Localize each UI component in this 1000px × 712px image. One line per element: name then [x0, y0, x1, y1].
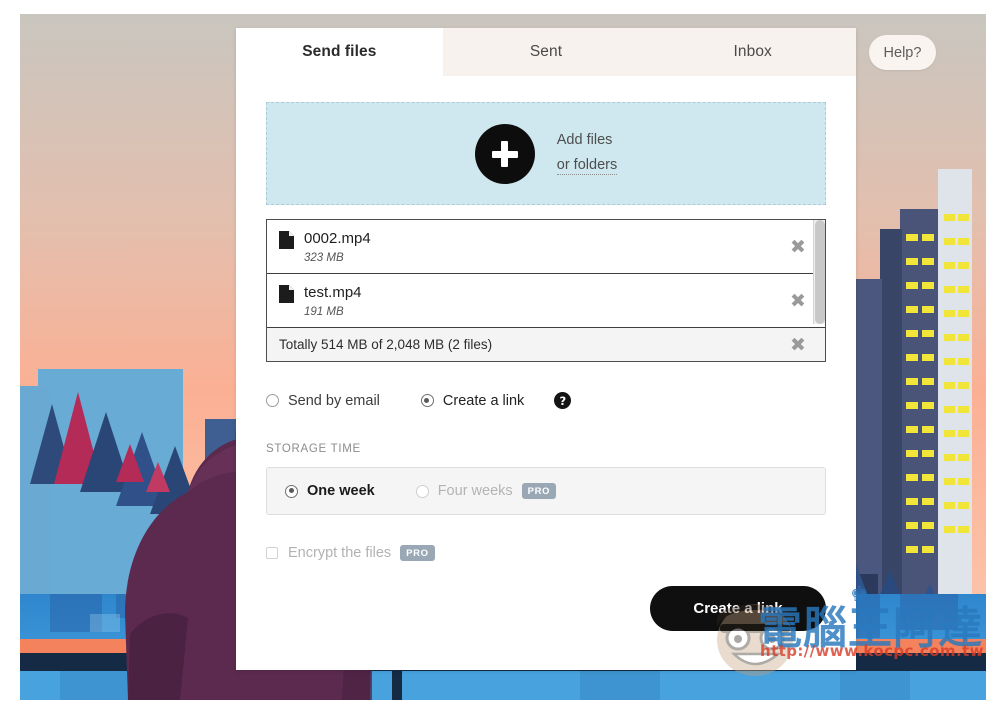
file-list-total-row: Totally 514 MB of 2,048 MB (2 files) ✖ — [267, 327, 825, 361]
question-mark-icon[interactable]: ? — [554, 392, 572, 409]
tab-send-files-label: Send files — [302, 43, 377, 60]
remove-file-button[interactable]: ✖ — [789, 291, 807, 310]
radio-create-a-link-label: Create a link — [442, 392, 525, 409]
create-a-link-button[interactable]: Create a link — [650, 586, 826, 631]
remove-all-files-button[interactable]: ✖ — [789, 335, 807, 354]
file-name: 0002.mp4 — [304, 230, 371, 247]
storage-time-options: One week Four weeks PRO — [266, 467, 826, 515]
file-list-total-label: Totally 514 MB of 2,048 MB (2 files) — [279, 337, 493, 352]
file-icon — [279, 231, 294, 249]
plus-circle-icon — [474, 123, 535, 184]
radio-icon-unchecked — [266, 394, 279, 407]
file-meta: test.mp4 191 MB — [304, 283, 362, 319]
tab-inbox[interactable]: Inbox — [649, 28, 857, 76]
remove-file-button[interactable]: ✖ — [789, 237, 807, 256]
screenshot-root: Send files Sent Inbox Help? Add files or… — [0, 0, 1000, 712]
file-list-item[interactable]: 0002.mp4 323 MB ✖ — [267, 220, 825, 273]
radio-icon-checked — [285, 484, 298, 498]
file-list-scrollbar[interactable] — [813, 220, 825, 324]
send-mode-options: Send by email Create a link ? — [266, 392, 826, 409]
dialog-body: Add files or folders 0002.mp4 323 MB ✖ t… — [236, 76, 856, 561]
file-list-scrollbar-thumb[interactable] — [815, 220, 825, 324]
send-files-dialog: Send files Sent Inbox Help? Add files or… — [236, 28, 936, 670]
help-button-label: Help? — [883, 44, 922, 61]
radio-icon-checked — [420, 394, 434, 407]
add-files-label: Add files — [556, 132, 613, 148]
encrypt-files-label: Encrypt the files — [288, 545, 392, 561]
tab-send-files[interactable]: Send files — [236, 28, 443, 76]
tab-sent[interactable]: Sent — [442, 28, 650, 76]
or-folders-link[interactable]: or folders — [556, 157, 618, 175]
help-button[interactable]: Help? — [869, 35, 936, 70]
radio-send-by-email[interactable]: Send by email — [266, 393, 380, 409]
tab-sent-label: Sent — [529, 43, 563, 60]
pro-badge: PRO — [521, 483, 557, 499]
file-size: 191 MB — [304, 306, 344, 318]
radio-one-week[interactable]: One week — [285, 483, 375, 499]
file-icon — [279, 285, 294, 303]
file-list-item[interactable]: test.mp4 191 MB ✖ — [267, 273, 825, 327]
pro-badge: PRO — [400, 545, 435, 561]
encrypt-files-checkbox-row[interactable]: Encrypt the files PRO — [266, 545, 826, 561]
tab-inbox-label: Inbox — [733, 43, 772, 60]
file-meta: 0002.mp4 323 MB — [304, 229, 371, 265]
radio-icon-unchecked — [415, 484, 429, 498]
tab-bar: Send files Sent Inbox Help? — [236, 28, 936, 76]
file-list: 0002.mp4 323 MB ✖ test.mp4 191 MB ✖ Tota… — [266, 219, 826, 362]
radio-one-week-label: One week — [307, 483, 375, 499]
radio-four-weeks-label: Four weeks — [437, 483, 513, 499]
radio-create-a-link[interactable]: Create a link — [420, 392, 525, 409]
add-files-dropzone[interactable]: Add files or folders — [266, 102, 826, 205]
radio-four-weeks[interactable]: Four weeks PRO — [415, 483, 557, 499]
file-size: 323 MB — [304, 252, 344, 264]
storage-time-section-label: STORAGE TIME — [266, 443, 361, 455]
radio-send-by-email-label: Send by email — [288, 392, 380, 409]
file-name: test.mp4 — [304, 284, 362, 301]
dropzone-text: Add files or folders — [556, 132, 618, 175]
checkbox-icon-unchecked — [266, 547, 278, 559]
